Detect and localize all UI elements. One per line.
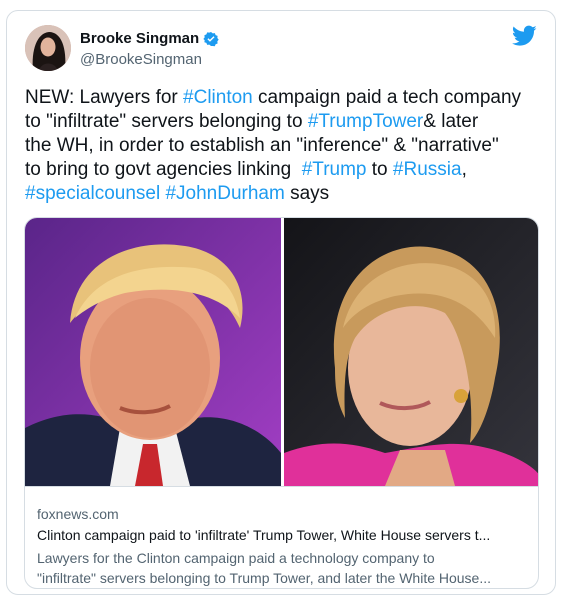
- tweet-text-segment: ,: [461, 159, 467, 180]
- link-domain: foxnews.com: [37, 506, 119, 522]
- link-description: Lawyers for the Clinton campaign paid a …: [37, 548, 527, 588]
- tweet-text-segment: says: [284, 183, 330, 204]
- link-preview-image[interactable]: [25, 218, 538, 486]
- twitter-bird-icon[interactable]: [512, 25, 537, 47]
- author-handle[interactable]: @BrookeSingman: [80, 51, 202, 68]
- verified-badge-icon: [203, 31, 219, 46]
- hashtag-link[interactable]: #JohnDurham: [165, 183, 284, 204]
- hashtag-link[interactable]: #Trump: [302, 159, 367, 180]
- link-description-line: "infiltrate" servers belonging to Trump …: [37, 570, 492, 586]
- hashtag-link[interactable]: #Russia: [393, 159, 462, 180]
- avatar[interactable]: [25, 25, 71, 71]
- tweet-text-segment: to: [366, 159, 393, 180]
- tweet-text: NEW: Lawyers for #Clinton campaign paid …: [25, 86, 545, 206]
- link-preview-card[interactable]: foxnews.com Clinton campaign paid to 'in…: [24, 217, 539, 589]
- tweet-card[interactable]: Brooke Singman @BrookeSingman NEW: Lawye…: [6, 10, 556, 595]
- link-card-divider: [25, 486, 538, 487]
- author-display-name[interactable]: Brooke Singman: [80, 30, 199, 47]
- link-title[interactable]: Clinton campaign paid to 'infiltrate' Tr…: [37, 527, 527, 543]
- link-description-line: Lawyers for the Clinton campaign paid a …: [37, 550, 435, 566]
- clinton-photo: [284, 218, 538, 486]
- hashtag-link[interactable]: #TrumpTower: [308, 111, 423, 132]
- hashtag-link[interactable]: #Clinton: [183, 87, 253, 108]
- hashtag-link[interactable]: #specialcounsel: [25, 183, 160, 204]
- trump-photo: [25, 218, 281, 486]
- tweet-text-segment: NEW: Lawyers for: [25, 87, 184, 108]
